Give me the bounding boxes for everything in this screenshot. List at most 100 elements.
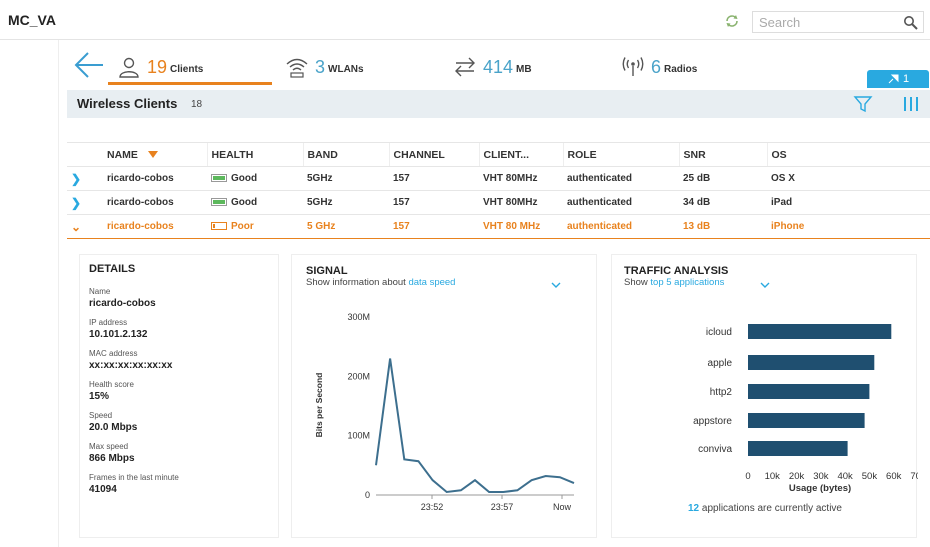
column-header-channel[interactable]: CHANNEL (388, 142, 479, 167)
cell-role: authenticated (563, 190, 679, 215)
back-arrow-icon[interactable] (73, 50, 105, 80)
column-header-name-label: NAME (107, 148, 138, 161)
chevron-right-icon[interactable]: ❯ (71, 172, 81, 186)
health-label: Good (231, 197, 258, 208)
x-tick-label: 30k (813, 471, 829, 482)
cell-health: Good (207, 166, 303, 191)
x-tick-label: 23:57 (491, 502, 514, 512)
clients-count: 19 (147, 56, 168, 77)
wlans-label: WLANs (328, 63, 364, 75)
x-tick-label: 10k (765, 471, 781, 482)
traffic-footer: 12 applications are currently active (612, 503, 918, 514)
wlans-count: 3 (315, 56, 326, 77)
x-axis-title: Usage (bytes) (789, 483, 851, 494)
cell-client: VHT 80 MHz (479, 214, 563, 239)
search-box[interactable] (752, 11, 924, 33)
tab-clients[interactable]: 19 Clients (117, 50, 203, 84)
badge-count: 1 (902, 73, 910, 85)
radio-tower-icon (622, 57, 644, 76)
traffic-count: 414 (483, 56, 514, 77)
cell-health: Poor (207, 214, 303, 239)
x-tick-label: 40k (837, 471, 853, 482)
detail-ip-address: IP address 10.101.2.132 (89, 318, 148, 340)
bar-conviva (748, 441, 848, 456)
tab-wlans[interactable]: 3 WLANs (285, 50, 364, 84)
health-battery-icon (211, 222, 227, 231)
y-tick-label: 300M (347, 312, 370, 322)
bar-http2 (748, 384, 870, 399)
detail-frames: Frames in the last minute 41094 (89, 473, 179, 495)
notification-badge[interactable]: 1 (867, 70, 929, 88)
x-tick-label: 50k (862, 471, 878, 482)
traffic-card: TRAFFIC ANALYSIS Show top 5 applications… (611, 254, 918, 538)
x-tick-label: 60k (886, 471, 902, 482)
column-header-role[interactable]: ROLE (562, 142, 679, 167)
cell-channel: 157 (389, 190, 479, 215)
details-title: DETAILS (89, 263, 136, 275)
traffic-chart: icloud apple http2 appstore conviva 0 10k 20k 30… (693, 324, 918, 494)
chevron-down-icon[interactable]: ⌄ (71, 220, 81, 234)
app-title: MC_VA (8, 12, 56, 28)
category-label: conviva (698, 444, 732, 455)
clients-label: Clients (170, 63, 204, 75)
wireless-clients-header: Wireless Clients 18 (67, 90, 930, 118)
signal-card: SIGNAL Show information about data speed… (291, 254, 597, 538)
cell-channel: 157 (389, 166, 479, 191)
transfer-arrows-icon (455, 57, 475, 77)
active-apps-text: applications are currently active (701, 503, 842, 514)
columns-icon[interactable] (903, 95, 919, 113)
clients-table: NAME HEALTH BAND CHANNEL CLIENT... ROLE … (67, 142, 930, 239)
sort-desc-icon[interactable] (147, 151, 158, 159)
column-header-snr[interactable]: SNR (678, 142, 767, 167)
health-label: Poor (231, 221, 254, 232)
cell-name: ricardo-cobos (103, 214, 207, 239)
wifi-icon (286, 58, 308, 78)
cell-role: authenticated (563, 166, 679, 191)
wireless-clients-count: 18 (191, 99, 203, 110)
main-panel: 19 Clients 3 WLANs 414 MB 6 Radios 1 Wir… (58, 40, 930, 547)
search-icon[interactable] (903, 15, 919, 31)
traffic-label: MB (516, 63, 532, 75)
category-label: http2 (710, 387, 733, 398)
table-row[interactable]: ❯ ricardo-cobos Good 5GHz 157 VHT 80MHz … (67, 166, 930, 191)
column-header-name[interactable]: NAME (103, 142, 207, 167)
x-tick-label: 20k (789, 471, 805, 482)
x-tick-label: 70k (910, 471, 918, 482)
y-tick-label: 100M (347, 431, 370, 441)
signal-series-line (375, 358, 575, 494)
search-input[interactable] (759, 14, 899, 30)
detail-name: Name ricardo-cobos (89, 287, 156, 309)
summary-row: 19 Clients 3 WLANs 414 MB 6 Radios 1 (59, 40, 930, 90)
radios-label: Radios (664, 63, 698, 75)
x-tick-label: 23:52 (421, 502, 444, 512)
cell-client: VHT 80MHz (479, 166, 563, 191)
pin-icon (888, 74, 899, 84)
refresh-icon[interactable] (724, 13, 740, 29)
cell-health: Good (207, 190, 303, 215)
cell-os: iPad (767, 190, 930, 215)
filter-icon[interactable] (853, 94, 873, 114)
column-header-os[interactable]: OS (766, 142, 930, 167)
top-bar: MC_VA (0, 0, 930, 40)
health-battery-icon (211, 198, 227, 207)
cell-os: OS X (767, 166, 930, 191)
column-header-health[interactable]: HEALTH (206, 142, 303, 167)
chevron-right-icon[interactable]: ❯ (71, 196, 81, 210)
signal-chart: 300M 200M 100M 0 23:52 23:57 Now Bits per Secon… (314, 312, 575, 512)
table-row[interactable]: ❯ ricardo-cobos Good 5GHz 157 VHT 80MHz … (67, 190, 930, 215)
column-header-band[interactable]: BAND (302, 142, 389, 167)
cell-role: authenticated (563, 214, 679, 239)
radios-count: 6 (651, 56, 662, 77)
active-tab-indicator (108, 82, 272, 85)
detail-mac-address: MAC address xx:xx:xx:xx:xx:xx (89, 349, 173, 371)
x-tick-label: 0 (745, 471, 750, 482)
tab-radios[interactable]: 6 Radios (621, 50, 697, 84)
tab-traffic[interactable]: 414 MB (453, 50, 532, 84)
table-row-selected[interactable]: ⌄ ricardo-cobos Poor 5 GHz 157 VHT 80 MH… (67, 214, 930, 239)
detail-speed: Speed 20.0 Mbps (89, 411, 138, 433)
y-tick-label: 0 (365, 490, 370, 500)
cell-band: 5GHz (303, 166, 389, 191)
cell-client: VHT 80MHz (479, 190, 563, 215)
column-header-client[interactable]: CLIENT... (478, 142, 563, 167)
cell-snr: 25 dB (679, 166, 767, 191)
